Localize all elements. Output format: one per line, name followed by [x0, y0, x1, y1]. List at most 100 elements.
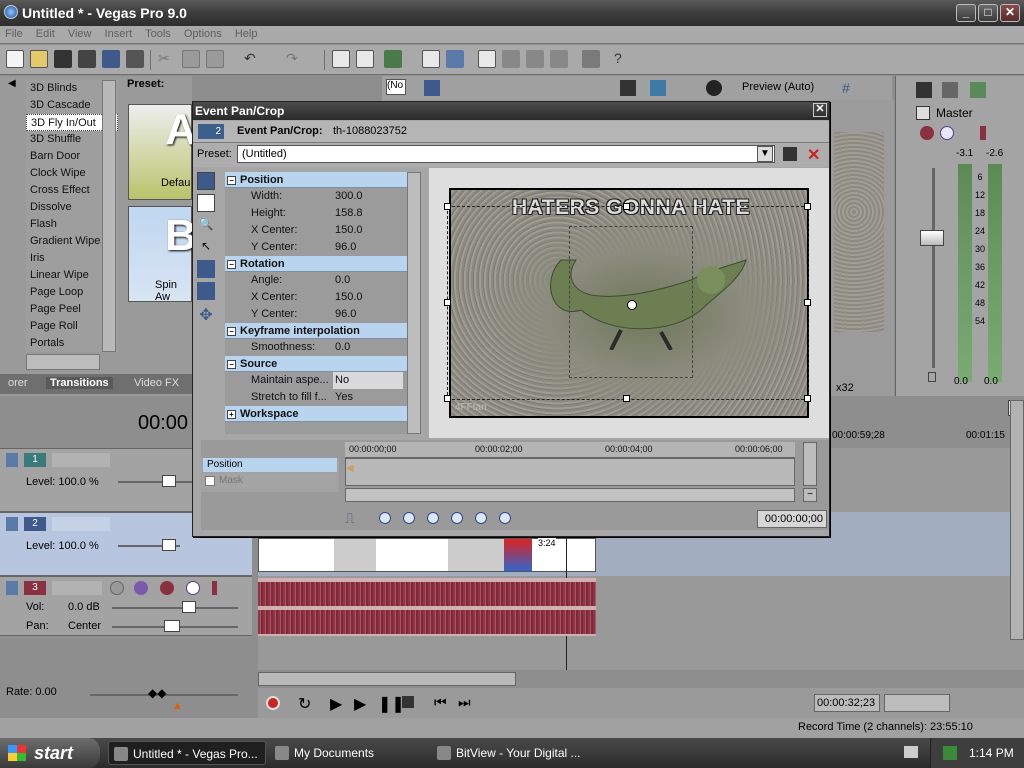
- dialog-preset-select[interactable]: (Untitled): [237, 145, 775, 163]
- level-slider-thumb[interactable]: [162, 539, 176, 551]
- invert-phase-icon[interactable]: [134, 581, 148, 595]
- frame-handle-b[interactable]: [623, 395, 630, 402]
- play-from-start-icon[interactable]: ▶: [330, 694, 342, 714]
- volume-slider[interactable]: [112, 607, 238, 609]
- property-group[interactable]: − Rotation: [225, 256, 407, 272]
- property-row[interactable]: X Center: 150.0: [225, 222, 407, 239]
- group-toggle-icon[interactable]: −: [227, 176, 236, 185]
- taskbar-item-bitview[interactable]: BitView - Your Digital ...: [432, 741, 590, 765]
- property-value[interactable]: 300.0: [333, 188, 403, 205]
- property-value[interactable]: 150.0: [333, 289, 403, 306]
- normal-edit-arrow-icon[interactable]: [197, 194, 215, 212]
- go-to-end-icon[interactable]: ⏭: [458, 694, 471, 711]
- timeline-vscrollbar[interactable]: [1010, 400, 1024, 640]
- kf-track-mask[interactable]: Mask: [203, 474, 337, 488]
- enable-rotation-icon[interactable]: ↖: [197, 238, 215, 256]
- property-value[interactable]: Yes: [333, 389, 403, 406]
- create-keyframe-icon[interactable]: [427, 512, 439, 524]
- property-value[interactable]: 150.0: [333, 222, 403, 239]
- track-solo-icon[interactable]: [212, 581, 217, 595]
- length-time[interactable]: [884, 694, 950, 712]
- record-icon[interactable]: [266, 696, 280, 710]
- copy-icon[interactable]: [182, 50, 200, 68]
- maximize-button[interactable]: □: [978, 4, 998, 22]
- chevron-down-icon[interactable]: ▼: [757, 146, 773, 162]
- kf-vscrollbar[interactable]: [803, 442, 817, 486]
- fader-lock-icon[interactable]: [928, 372, 936, 382]
- frame-handle-bl[interactable]: [444, 395, 451, 402]
- pan-slider-thumb[interactable]: [164, 620, 180, 632]
- property-group[interactable]: + Workspace: [225, 406, 407, 422]
- level-slider-thumb[interactable]: [162, 475, 176, 487]
- last-keyframe-icon[interactable]: [475, 512, 487, 524]
- taskbar-item-vegas[interactable]: Untitled * - Vegas Pro...: [108, 741, 266, 765]
- property-row[interactable]: Smoothness: 0.0: [225, 339, 407, 356]
- envelope-tool-icon[interactable]: [502, 50, 520, 68]
- menu-view[interactable]: View: [63, 26, 97, 42]
- render-icon[interactable]: [102, 50, 120, 68]
- snap-to-grid-icon[interactable]: [197, 260, 215, 278]
- property-row[interactable]: Angle: 0.0: [225, 272, 407, 289]
- frame-handle-l[interactable]: [444, 299, 451, 306]
- clock[interactable]: 1:14 PM: [969, 738, 1014, 768]
- track-expand-icon[interactable]: [6, 581, 18, 595]
- start-button[interactable]: start: [0, 738, 100, 768]
- kf-cursor-time[interactable]: 00:00:00;00: [757, 510, 827, 528]
- frame-handle-t[interactable]: [623, 203, 630, 210]
- pan-crop-frame[interactable]: [447, 206, 809, 400]
- property-value[interactable]: No: [333, 372, 403, 389]
- downmix-icon[interactable]: [942, 82, 958, 98]
- track-expand-icon[interactable]: [6, 517, 18, 531]
- zoom-edit-icon[interactable]: 🔍: [197, 216, 215, 234]
- move-freely-icon[interactable]: ✥: [197, 304, 215, 324]
- audio-clip[interactable]: [258, 578, 596, 636]
- kf-zoom-out-icon[interactable]: −: [803, 488, 817, 502]
- open-folder-icon[interactable]: [30, 50, 48, 68]
- frame-handle-tr[interactable]: [804, 203, 811, 210]
- property-row[interactable]: Maintain aspe... No: [225, 372, 407, 389]
- property-value[interactable]: 96.0: [333, 239, 403, 256]
- network-icon[interactable]: [943, 746, 957, 760]
- tab-video-fx[interactable]: Video FX: [134, 377, 179, 389]
- new-file-icon[interactable]: [6, 50, 24, 68]
- ignore-grouping-icon[interactable]: [446, 50, 464, 68]
- lock-envelopes-icon[interactable]: [422, 50, 440, 68]
- snapping-icon[interactable]: [332, 50, 350, 68]
- solo-icon[interactable]: [980, 126, 986, 140]
- volume-slider-thumb[interactable]: [182, 601, 196, 613]
- menu-file[interactable]: File: [0, 26, 28, 42]
- track-header-3[interactable]: 3 Vol: 0.0 dB Pan: Center: [0, 576, 252, 636]
- group-toggle-icon[interactable]: −: [227, 327, 236, 336]
- go-to-start-icon[interactable]: ⏮: [434, 694, 447, 711]
- transitions-list-hscrollbar[interactable]: [26, 354, 100, 370]
- mute-icon[interactable]: [940, 126, 954, 140]
- property-value[interactable]: 0.0: [333, 339, 403, 356]
- save-icon[interactable]: [54, 50, 72, 68]
- property-group[interactable]: − Source: [225, 356, 407, 372]
- loop-icon[interactable]: ↻: [298, 694, 311, 714]
- mixer-properties-icon[interactable]: [916, 82, 932, 98]
- menu-help[interactable]: Help: [230, 26, 263, 42]
- preview-quality-icon[interactable]: [706, 80, 722, 96]
- transitions-list-scrollbar[interactable]: [102, 80, 116, 352]
- keyframe-track[interactable]: ◀: [345, 458, 795, 486]
- keyframe-marker-icon[interactable]: ◀: [346, 463, 354, 474]
- property-row[interactable]: X Center: 150.0: [225, 289, 407, 306]
- dim-output-icon[interactable]: [970, 82, 986, 98]
- overlays-grid-icon[interactable]: #: [842, 80, 858, 96]
- track-name-field[interactable]: [52, 517, 110, 531]
- preview-props-icon[interactable]: [620, 80, 636, 96]
- menu-insert[interactable]: Insert: [100, 26, 138, 42]
- lock-aspect-icon[interactable]: [197, 282, 215, 300]
- property-row[interactable]: Height: 158.8: [225, 205, 407, 222]
- dialog-title-bar[interactable]: Event Pan/Crop ✕: [193, 102, 829, 120]
- track-expand-icon[interactable]: [6, 453, 18, 467]
- group-toggle-icon[interactable]: −: [227, 360, 236, 369]
- end-time[interactable]: 00:00:32;23: [814, 694, 880, 712]
- tab-transitions[interactable]: Transitions: [46, 377, 113, 389]
- delete-keyframe-icon[interactable]: [499, 512, 511, 524]
- property-value[interactable]: 96.0: [333, 306, 403, 323]
- arm-record-icon[interactable]: [110, 581, 124, 595]
- property-row[interactable]: Stretch to fill f... Yes: [225, 389, 407, 406]
- property-value[interactable]: 158.8: [333, 205, 403, 222]
